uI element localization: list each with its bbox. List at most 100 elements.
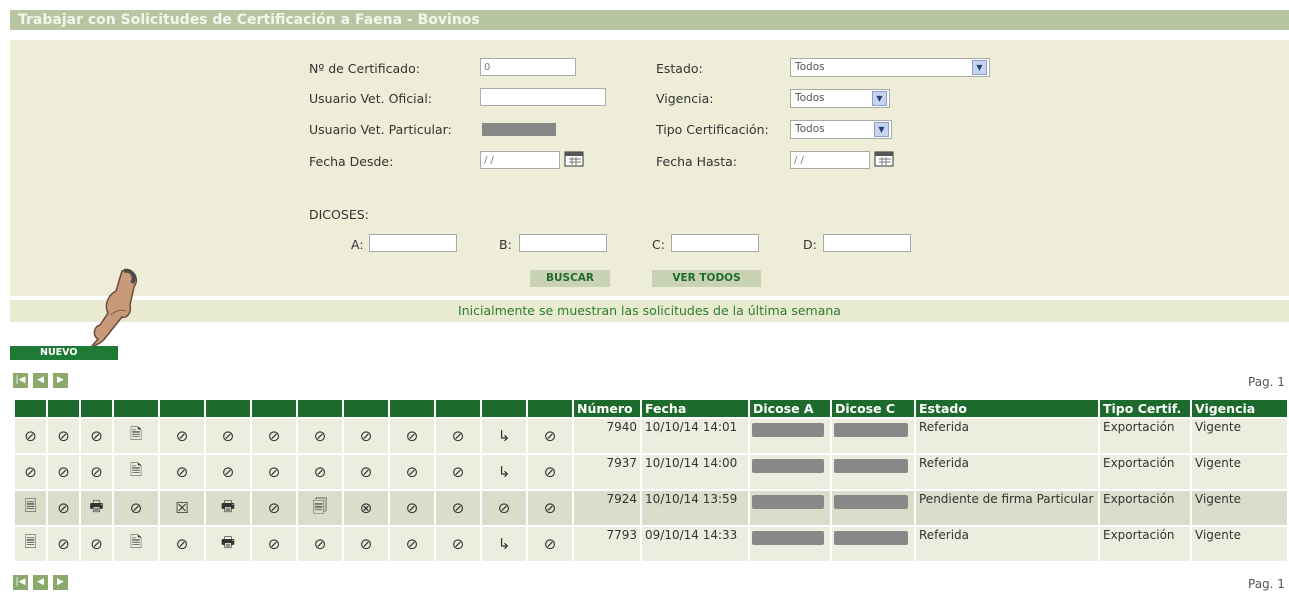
row-action-icon[interactable]: ⊘ bbox=[160, 527, 204, 561]
dicose-b-label: B: bbox=[499, 237, 512, 252]
tipo-certif-cell: Exportación bbox=[1100, 419, 1190, 453]
row-action-icon[interactable]: 🗎 bbox=[114, 527, 158, 561]
row-action-icon[interactable]: ⊘ bbox=[344, 455, 388, 489]
row-action-icon[interactable]: ⊘ bbox=[298, 419, 342, 453]
row-action-icon[interactable]: ⊘ bbox=[81, 455, 112, 489]
dicose-a-header[interactable]: Dicose A bbox=[750, 400, 830, 417]
row-action-icon[interactable]: ⊘ bbox=[252, 455, 296, 489]
row-action-icon[interactable]: ⊘ bbox=[48, 491, 79, 525]
first-page-icon[interactable]: |◀ bbox=[13, 575, 28, 590]
row-action-icon[interactable]: ⊘ bbox=[528, 527, 572, 561]
row-action-icon[interactable]: ⊘ bbox=[436, 527, 480, 561]
usuario-oficial-input[interactable] bbox=[480, 88, 606, 106]
numero-cell: 7924 bbox=[574, 491, 640, 525]
row-action-icon[interactable]: ⊘ bbox=[48, 419, 79, 453]
row-action-icon[interactable]: ⊘ bbox=[390, 491, 434, 525]
prev-page-icon[interactable]: ◀ bbox=[33, 373, 48, 388]
row-action-icon[interactable]: ⊘ bbox=[436, 491, 480, 525]
estado-label: Estado: bbox=[656, 61, 703, 76]
row-action-icon[interactable]: 🗏 bbox=[15, 491, 46, 525]
vigencia-cell: Vigente bbox=[1192, 491, 1287, 525]
dicose-a-cell bbox=[750, 419, 830, 453]
row-action-icon[interactable]: 🗐 bbox=[298, 491, 342, 525]
next-page-icon[interactable]: ▶ bbox=[53, 373, 68, 388]
row-action-icon[interactable]: 🖶 bbox=[206, 527, 250, 561]
table-row: ⊘ ⊘ ⊘ 🗎 ⊘ ⊘ ⊘ ⊘ ⊘ ⊘ ⊘ ↳ ⊘ 7940 10/10/14 14:01 Referida E… bbox=[15, 419, 1287, 453]
tipo-certificacion-select[interactable]: Todos ▼ bbox=[790, 120, 892, 139]
row-action-icon[interactable]: ⊘ bbox=[252, 419, 296, 453]
solicitudes-table: Número Fecha Dicose A Dicose C Estado Ti… bbox=[13, 398, 1289, 563]
nuevo-button[interactable]: NUEVO bbox=[10, 346, 118, 360]
row-action-icon[interactable]: ⊘ bbox=[81, 527, 112, 561]
dicose-b-input[interactable] bbox=[519, 234, 607, 252]
action-col-header bbox=[482, 400, 526, 417]
row-action-icon[interactable]: ⊘ bbox=[436, 455, 480, 489]
row-action-icon[interactable]: ⊘ bbox=[252, 527, 296, 561]
fecha-cell: 10/10/14 14:01 bbox=[642, 419, 748, 453]
row-action-icon[interactable]: ⊗ bbox=[344, 491, 388, 525]
row-action-icon[interactable]: ⊘ bbox=[206, 455, 250, 489]
row-action-icon[interactable]: ↳ bbox=[482, 527, 526, 561]
row-action-icon[interactable]: ↳ bbox=[482, 455, 526, 489]
numero-header[interactable]: Número bbox=[574, 400, 640, 417]
row-action-icon[interactable]: ⊘ bbox=[390, 419, 434, 453]
row-action-icon[interactable]: ☒ bbox=[160, 491, 204, 525]
row-action-icon[interactable]: ⊘ bbox=[160, 455, 204, 489]
vigencia-header[interactable]: Vigencia bbox=[1192, 400, 1287, 417]
row-action-icon[interactable]: ⊘ bbox=[48, 527, 79, 561]
calendar-icon[interactable] bbox=[874, 149, 894, 167]
row-action-icon[interactable]: ⊘ bbox=[528, 419, 572, 453]
row-action-icon[interactable]: ⊘ bbox=[436, 419, 480, 453]
row-action-icon[interactable]: ⊘ bbox=[160, 419, 204, 453]
action-col-header bbox=[390, 400, 434, 417]
row-action-icon[interactable]: ⊘ bbox=[344, 419, 388, 453]
fecha-desde-label: Fecha Desde: bbox=[309, 154, 394, 169]
fecha-header[interactable]: Fecha bbox=[642, 400, 748, 417]
vigencia-select[interactable]: Todos ▼ bbox=[790, 89, 890, 108]
row-action-icon[interactable]: ⊘ bbox=[206, 419, 250, 453]
redacted-value bbox=[752, 423, 824, 437]
row-action-icon[interactable]: ⊘ bbox=[48, 455, 79, 489]
certificado-input[interactable] bbox=[480, 58, 576, 76]
row-action-icon[interactable]: 🗏 bbox=[15, 527, 46, 561]
dicose-c-input[interactable] bbox=[671, 234, 759, 252]
row-action-icon[interactable]: ⊘ bbox=[390, 527, 434, 561]
dicose-a-input[interactable] bbox=[369, 234, 457, 252]
row-action-icon[interactable]: ⊘ bbox=[114, 491, 158, 525]
row-action-icon[interactable]: 🗎 bbox=[114, 455, 158, 489]
row-action-icon[interactable]: 🖶 bbox=[206, 491, 250, 525]
calendar-icon[interactable] bbox=[564, 149, 584, 167]
prev-page-icon[interactable]: ◀ bbox=[33, 575, 48, 590]
dicose-d-input[interactable] bbox=[823, 234, 911, 252]
ver-todos-button[interactable]: VER TODOS bbox=[652, 270, 761, 287]
row-action-icon[interactable]: 🗎 bbox=[114, 419, 158, 453]
row-action-icon[interactable]: ⊘ bbox=[298, 527, 342, 561]
buscar-button[interactable]: BUSCAR bbox=[530, 270, 610, 287]
row-action-icon[interactable]: ⊘ bbox=[15, 419, 46, 453]
row-action-icon[interactable]: ⊘ bbox=[482, 491, 526, 525]
row-action-icon[interactable]: ⊘ bbox=[528, 455, 572, 489]
fecha-cell: 09/10/14 14:33 bbox=[642, 527, 748, 561]
row-action-icon[interactable]: ⊘ bbox=[15, 455, 46, 489]
next-page-icon[interactable]: ▶ bbox=[53, 575, 68, 590]
tipo-certif-header[interactable]: Tipo Certif. bbox=[1100, 400, 1190, 417]
row-action-icon[interactable]: ↳ bbox=[482, 419, 526, 453]
redacted-value bbox=[752, 531, 824, 545]
estado-select[interactable]: Todos ▼ bbox=[790, 58, 990, 77]
fecha-hasta-input[interactable] bbox=[790, 151, 870, 169]
numero-cell: 7937 bbox=[574, 455, 640, 489]
dicose-a-cell bbox=[750, 527, 830, 561]
row-action-icon[interactable]: ⊘ bbox=[298, 455, 342, 489]
first-page-icon[interactable]: |◀ bbox=[13, 373, 28, 388]
row-action-icon[interactable]: 🖶 bbox=[81, 491, 112, 525]
row-action-icon[interactable]: ⊘ bbox=[344, 527, 388, 561]
row-action-icon[interactable]: ⊘ bbox=[528, 491, 572, 525]
row-action-icon[interactable]: ⊘ bbox=[252, 491, 296, 525]
fecha-hasta-label: Fecha Hasta: bbox=[656, 154, 737, 169]
dicose-c-header[interactable]: Dicose C bbox=[832, 400, 914, 417]
row-action-icon[interactable]: ⊘ bbox=[81, 419, 112, 453]
fecha-desde-input[interactable] bbox=[480, 151, 560, 169]
estado-header[interactable]: Estado bbox=[916, 400, 1098, 417]
tipo-certificacion-select-value: Todos bbox=[795, 123, 825, 135]
row-action-icon[interactable]: ⊘ bbox=[390, 455, 434, 489]
